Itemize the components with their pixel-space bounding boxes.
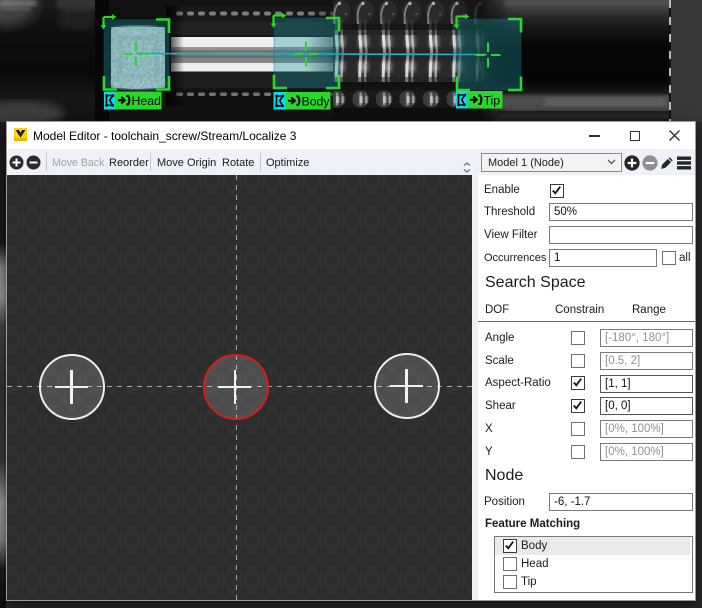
svg-text:Tip: Tip: [484, 93, 501, 107]
svg-text:Head: Head: [132, 94, 162, 108]
svg-text:Body: Body: [302, 94, 331, 108]
